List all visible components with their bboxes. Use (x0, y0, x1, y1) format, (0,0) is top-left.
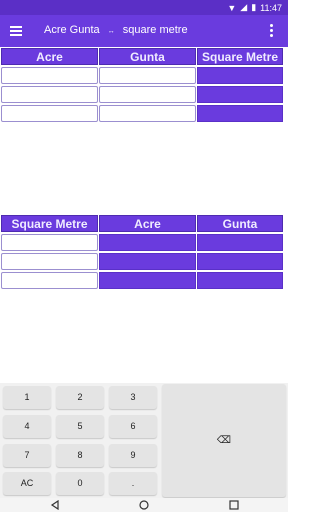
header-square-metre: Square Metre (197, 48, 283, 65)
arrow-icon: ↔ (107, 28, 115, 35)
gunta-input[interactable] (99, 86, 196, 103)
header-row: Acre Gunta Square Metre (1, 48, 287, 67)
wifi-icon: ▼ (227, 2, 237, 13)
sqm-to-acre-gunta-table: Square Metre Acre Gunta (1, 215, 287, 291)
backspace-key[interactable]: ⌫ (162, 384, 286, 497)
key-0[interactable]: 0 (56, 472, 104, 495)
acre-input[interactable] (1, 105, 98, 122)
clock: 11:47 (260, 2, 282, 13)
table-row (1, 67, 287, 86)
app-title: Acre Gunta ↔ square metre (44, 24, 188, 36)
back-icon[interactable] (50, 500, 60, 510)
backspace-icon: ⌫ (216, 435, 232, 446)
key-dot[interactable]: . (109, 472, 157, 495)
sqm-input[interactable] (1, 234, 98, 251)
sqm-output (197, 105, 283, 122)
header-acre: Acre (1, 48, 98, 65)
battery-icon: ▮ (251, 2, 257, 12)
table-row (1, 272, 287, 291)
table-row (1, 86, 287, 105)
gunta-output (197, 272, 283, 289)
acre-output (99, 234, 196, 251)
key-4[interactable]: 4 (3, 415, 51, 438)
acre-input[interactable] (1, 86, 98, 103)
system-nav-bar (0, 498, 288, 512)
table-row (1, 234, 287, 253)
key-6[interactable]: 6 (109, 415, 157, 438)
key-1[interactable]: 1 (3, 386, 51, 409)
key-3[interactable]: 3 (109, 386, 157, 409)
sqm-output (197, 67, 283, 84)
numeric-keypad: 1 2 3 4 5 6 7 8 9 AC 0 . ⌫ (0, 383, 288, 498)
key-2[interactable]: 2 (56, 386, 104, 409)
table-row (1, 253, 287, 272)
acre-input[interactable] (1, 67, 98, 84)
header-acre: Acre (99, 215, 196, 232)
header-row: Square Metre Acre Gunta (1, 215, 287, 234)
gunta-input[interactable] (99, 67, 196, 84)
sqm-input[interactable] (1, 272, 98, 289)
key-8[interactable]: 8 (56, 444, 104, 467)
app-bar: Acre Gunta ↔ square metre (0, 15, 288, 47)
sqm-output (197, 86, 283, 103)
recents-icon[interactable] (229, 500, 239, 510)
status-icons: ▼ ◢ ▮ 11:47 (227, 2, 282, 13)
acre-output (99, 272, 196, 289)
gunta-output (197, 253, 283, 270)
key-9[interactable]: 9 (109, 444, 157, 467)
title-right: square metre (122, 24, 188, 36)
key-ac[interactable]: AC (3, 472, 51, 495)
header-gunta: Gunta (99, 48, 196, 65)
status-bar: ▼ ◢ ▮ 11:47 (0, 0, 288, 15)
sqm-input[interactable] (1, 253, 98, 270)
acre-gunta-to-sqm-table: Acre Gunta Square Metre (1, 48, 287, 124)
header-gunta: Gunta (197, 215, 283, 232)
acre-output (99, 253, 196, 270)
table-row (1, 105, 287, 124)
signal-icon: ◢ (240, 2, 248, 12)
title-left: Acre Gunta (44, 24, 100, 36)
key-5[interactable]: 5 (56, 415, 104, 438)
gunta-output (197, 234, 283, 251)
gunta-input[interactable] (99, 105, 196, 122)
key-7[interactable]: 7 (3, 444, 51, 467)
menu-icon[interactable] (10, 26, 22, 36)
home-icon[interactable] (139, 500, 149, 510)
header-square-metre: Square Metre (1, 215, 98, 232)
overflow-menu-icon[interactable] (270, 24, 274, 37)
